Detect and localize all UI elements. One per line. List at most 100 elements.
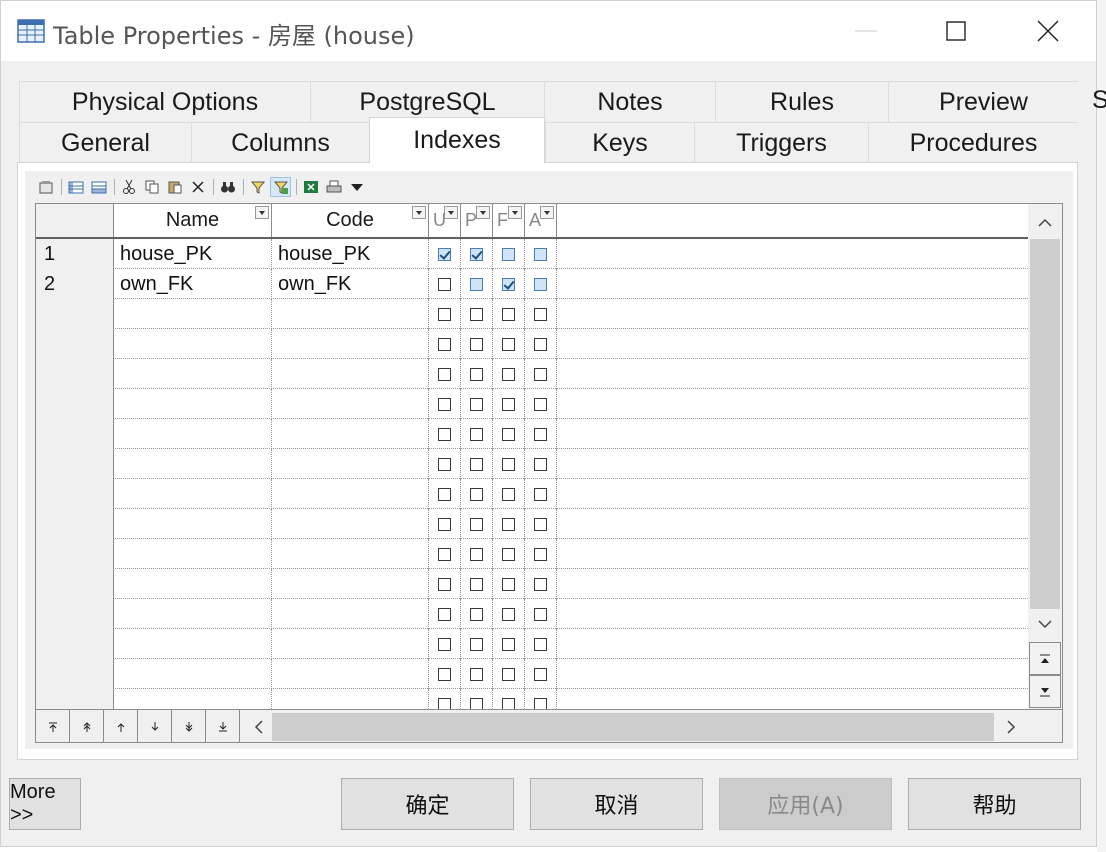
unique-checkbox[interactable] — [438, 607, 451, 621]
name-cell[interactable] — [114, 329, 272, 359]
unique-checkbox[interactable] — [438, 457, 451, 471]
name-cell[interactable] — [114, 629, 272, 659]
chevron-down-icon[interactable] — [508, 206, 522, 219]
cluster-checkbox[interactable] — [534, 397, 547, 411]
insert-row-icon[interactable] — [65, 177, 86, 197]
code-cell[interactable] — [272, 389, 429, 419]
name-cell[interactable] — [114, 539, 272, 569]
unique-checkbox[interactable] — [438, 337, 451, 351]
cluster-checkbox[interactable] — [534, 247, 547, 261]
code-cell[interactable] — [272, 329, 429, 359]
code-cell[interactable] — [272, 569, 429, 599]
cluster-checkbox[interactable] — [534, 577, 547, 591]
cluster-checkbox[interactable] — [534, 667, 547, 681]
table-row[interactable] — [36, 599, 1028, 629]
foreign-key-checkbox[interactable] — [502, 337, 515, 351]
excel-export-icon[interactable] — [300, 177, 321, 197]
cancel-button[interactable]: 取消 — [530, 778, 703, 830]
unique-checkbox[interactable] — [438, 247, 451, 261]
chevron-down-icon[interactable] — [412, 206, 426, 219]
foreign-key-checkbox[interactable] — [502, 277, 515, 291]
row-number-cell[interactable] — [36, 659, 114, 689]
table-row[interactable]: 1 house_PK house_PK — [36, 239, 1028, 269]
customize-columns-icon[interactable] — [270, 177, 291, 197]
move-to-top-icon[interactable] — [36, 710, 70, 742]
unique-checkbox[interactable] — [438, 367, 451, 381]
name-cell[interactable] — [114, 419, 272, 449]
tab-preview[interactable]: Preview — [888, 81, 1078, 122]
cut-icon[interactable] — [118, 177, 139, 197]
row-number-cell[interactable]: 1 — [36, 239, 114, 269]
table-row[interactable] — [36, 389, 1028, 419]
code-cell[interactable] — [272, 479, 429, 509]
vertical-scrollbar[interactable] — [1028, 204, 1062, 709]
tab-procedures[interactable]: Procedures — [868, 122, 1078, 163]
primary-checkbox[interactable] — [470, 337, 483, 351]
foreign-key-checkbox[interactable] — [502, 577, 515, 591]
column-header-name[interactable]: Name — [114, 204, 272, 237]
row-number-cell[interactable] — [36, 509, 114, 539]
primary-checkbox[interactable] — [470, 487, 483, 501]
unique-checkbox[interactable] — [438, 397, 451, 411]
code-cell[interactable] — [272, 599, 429, 629]
name-cell[interactable] — [114, 569, 272, 599]
row-number-cell[interactable] — [36, 359, 114, 389]
unique-checkbox[interactable] — [438, 427, 451, 441]
close-button[interactable] — [1003, 1, 1093, 61]
properties-icon[interactable] — [35, 177, 56, 197]
table-row[interactable] — [36, 479, 1028, 509]
row-number-cell[interactable] — [36, 419, 114, 449]
primary-checkbox[interactable] — [470, 517, 483, 531]
scroll-right-icon[interactable] — [996, 710, 1026, 742]
unique-checkbox[interactable] — [438, 577, 451, 591]
unique-checkbox[interactable] — [438, 487, 451, 501]
cluster-checkbox[interactable] — [534, 517, 547, 531]
code-cell[interactable] — [272, 419, 429, 449]
table-row[interactable] — [36, 659, 1028, 689]
unique-checkbox[interactable] — [438, 517, 451, 531]
delete-icon[interactable] — [187, 177, 208, 197]
scroll-down-icon[interactable] — [1028, 609, 1062, 639]
name-cell[interactable] — [114, 359, 272, 389]
primary-checkbox[interactable] — [470, 637, 483, 651]
row-number-cell[interactable] — [36, 389, 114, 419]
cluster-checkbox[interactable] — [534, 637, 547, 651]
foreign-key-checkbox[interactable] — [502, 667, 515, 681]
code-cell[interactable] — [272, 539, 429, 569]
table-row[interactable] — [36, 509, 1028, 539]
cluster-checkbox[interactable] — [534, 427, 547, 441]
maximize-button[interactable] — [911, 1, 1001, 61]
name-cell[interactable] — [114, 509, 272, 539]
filter-icon[interactable] — [247, 177, 268, 197]
primary-checkbox[interactable] — [470, 577, 483, 591]
row-number-cell[interactable] — [36, 569, 114, 599]
foreign-key-checkbox[interactable] — [502, 427, 515, 441]
move-down-icon[interactable] — [138, 710, 172, 742]
vertical-scroll-thumb[interactable] — [1030, 239, 1060, 609]
tab-notes[interactable]: Notes — [544, 81, 715, 122]
cluster-checkbox[interactable] — [534, 307, 547, 321]
foreign-key-checkbox[interactable] — [502, 397, 515, 411]
name-cell[interactable] — [114, 389, 272, 419]
primary-checkbox[interactable] — [470, 397, 483, 411]
row-number-cell[interactable] — [36, 599, 114, 629]
foreign-key-checkbox[interactable] — [502, 637, 515, 651]
foreign-key-checkbox[interactable] — [502, 307, 515, 321]
move-page-down-icon[interactable] — [172, 710, 206, 742]
tab-postgresql[interactable]: PostgreSQL — [310, 81, 544, 122]
foreign-key-checkbox[interactable] — [502, 457, 515, 471]
unique-checkbox[interactable] — [438, 277, 451, 291]
more-button[interactable]: More >> — [9, 778, 81, 830]
unique-checkbox[interactable] — [438, 637, 451, 651]
primary-checkbox[interactable] — [470, 277, 483, 291]
foreign-key-checkbox[interactable] — [502, 607, 515, 621]
foreign-key-checkbox[interactable] — [502, 367, 515, 381]
column-header-unique[interactable]: U — [429, 204, 461, 237]
name-cell[interactable]: own_FK — [114, 269, 272, 299]
tab-indexes[interactable]: Indexes — [369, 117, 545, 163]
name-cell[interactable]: house_PK — [114, 239, 272, 269]
code-cell[interactable] — [272, 629, 429, 659]
code-cell[interactable] — [272, 449, 429, 479]
name-cell[interactable] — [114, 599, 272, 629]
primary-checkbox[interactable] — [470, 667, 483, 681]
